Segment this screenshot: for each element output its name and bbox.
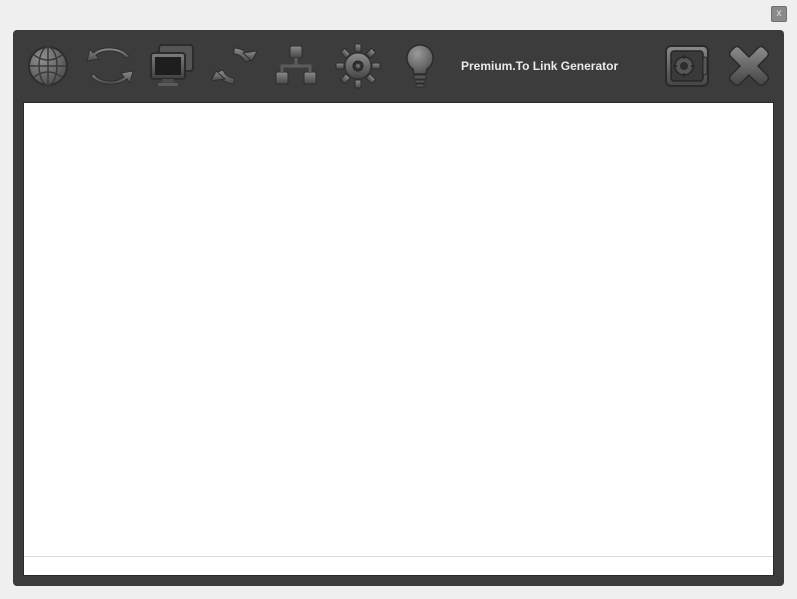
toolbar: Premium.To Link Generator [13, 30, 784, 102]
sync-icon [86, 46, 134, 86]
network-button[interactable] [267, 38, 325, 94]
hint-button[interactable] [391, 38, 449, 94]
close-button[interactable] [720, 38, 778, 94]
refresh-button[interactable] [205, 38, 263, 94]
links-textarea[interactable] [24, 103, 773, 556]
screens-icon [147, 43, 197, 89]
bulb-icon [403, 43, 437, 89]
refresh-icon [211, 44, 257, 88]
safe-button[interactable] [658, 38, 716, 94]
window-close-label: x [777, 8, 782, 19]
window-close-button[interactable]: x [771, 6, 787, 22]
status-input[interactable] [24, 556, 773, 575]
app-title: Premium.To Link Generator [461, 59, 618, 73]
safe-icon [663, 43, 711, 89]
globe-button[interactable] [19, 38, 77, 94]
settings-button[interactable] [329, 38, 387, 94]
close-icon [726, 43, 772, 89]
content-panel [23, 102, 774, 576]
app-frame: Premium.To Link Generator [13, 30, 784, 586]
network-icon [273, 44, 319, 88]
gear-icon [335, 43, 381, 89]
globe-icon [25, 43, 71, 89]
screens-button[interactable] [143, 38, 201, 94]
sync-button[interactable] [81, 38, 139, 94]
